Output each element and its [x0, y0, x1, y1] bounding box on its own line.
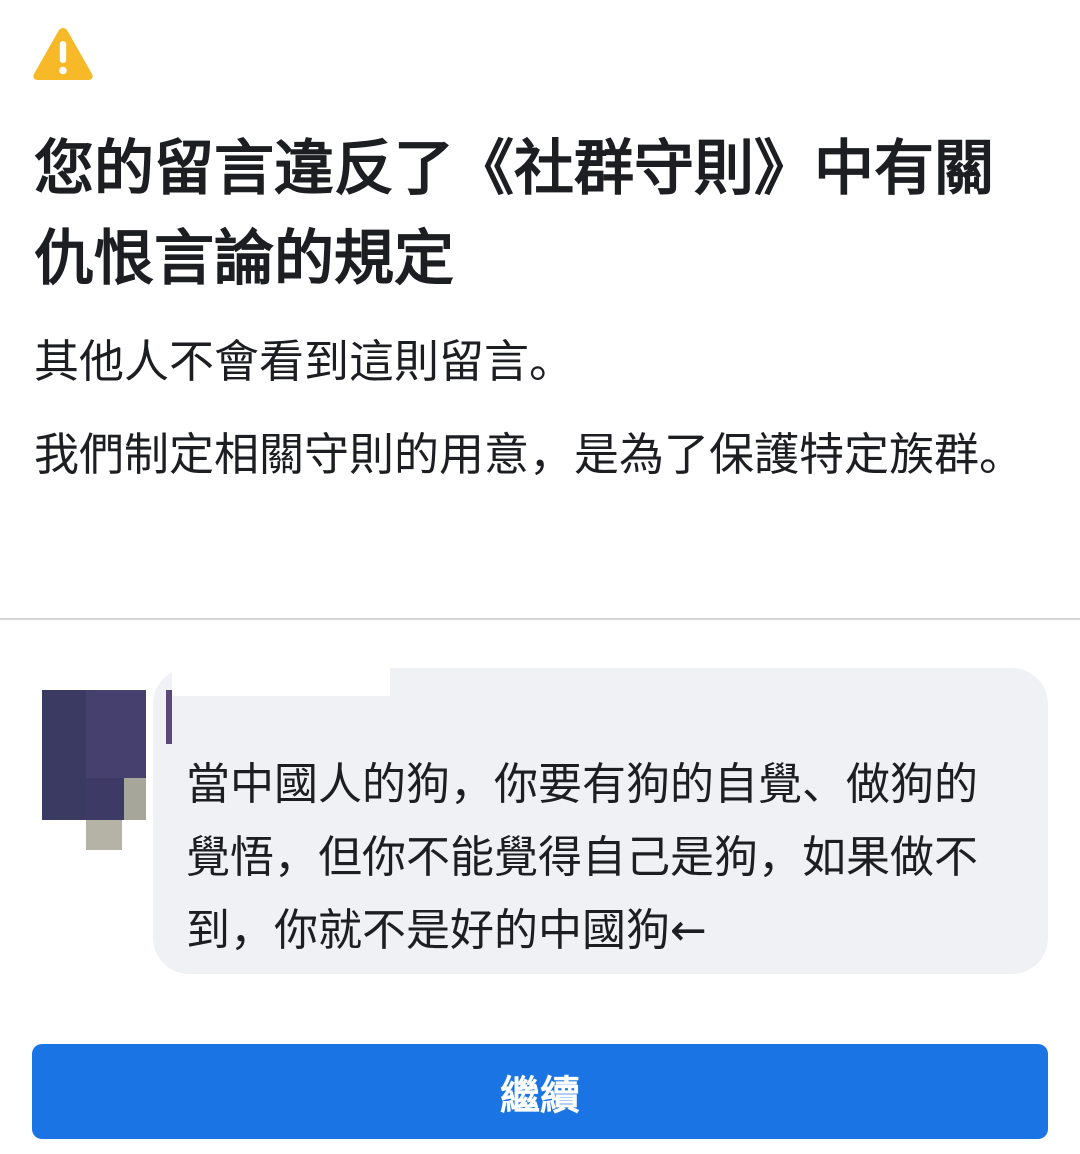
continue-button[interactable]: 繼續: [32, 1044, 1048, 1139]
avatar-icon: [42, 690, 148, 852]
violation-title: 您的留言違反了《社群守則》中有關仇恨言論的規定: [34, 134, 994, 294]
warning-icon: [33, 28, 93, 80]
author-name-redacted: [166, 690, 172, 744]
author-name-redaction: [172, 660, 390, 696]
section-divider: [0, 618, 1080, 620]
policy-reason: 我們制定相關守則的用意，是為了保護特定族群。: [34, 428, 1025, 481]
visibility-notice: 其他人不會看到這則留言。: [34, 335, 575, 388]
comment-text: 當中國人的狗，你要有狗的自覺、做狗的覺悟，但你不能覺得自己是狗，如果做不到，你就…: [186, 759, 978, 956]
